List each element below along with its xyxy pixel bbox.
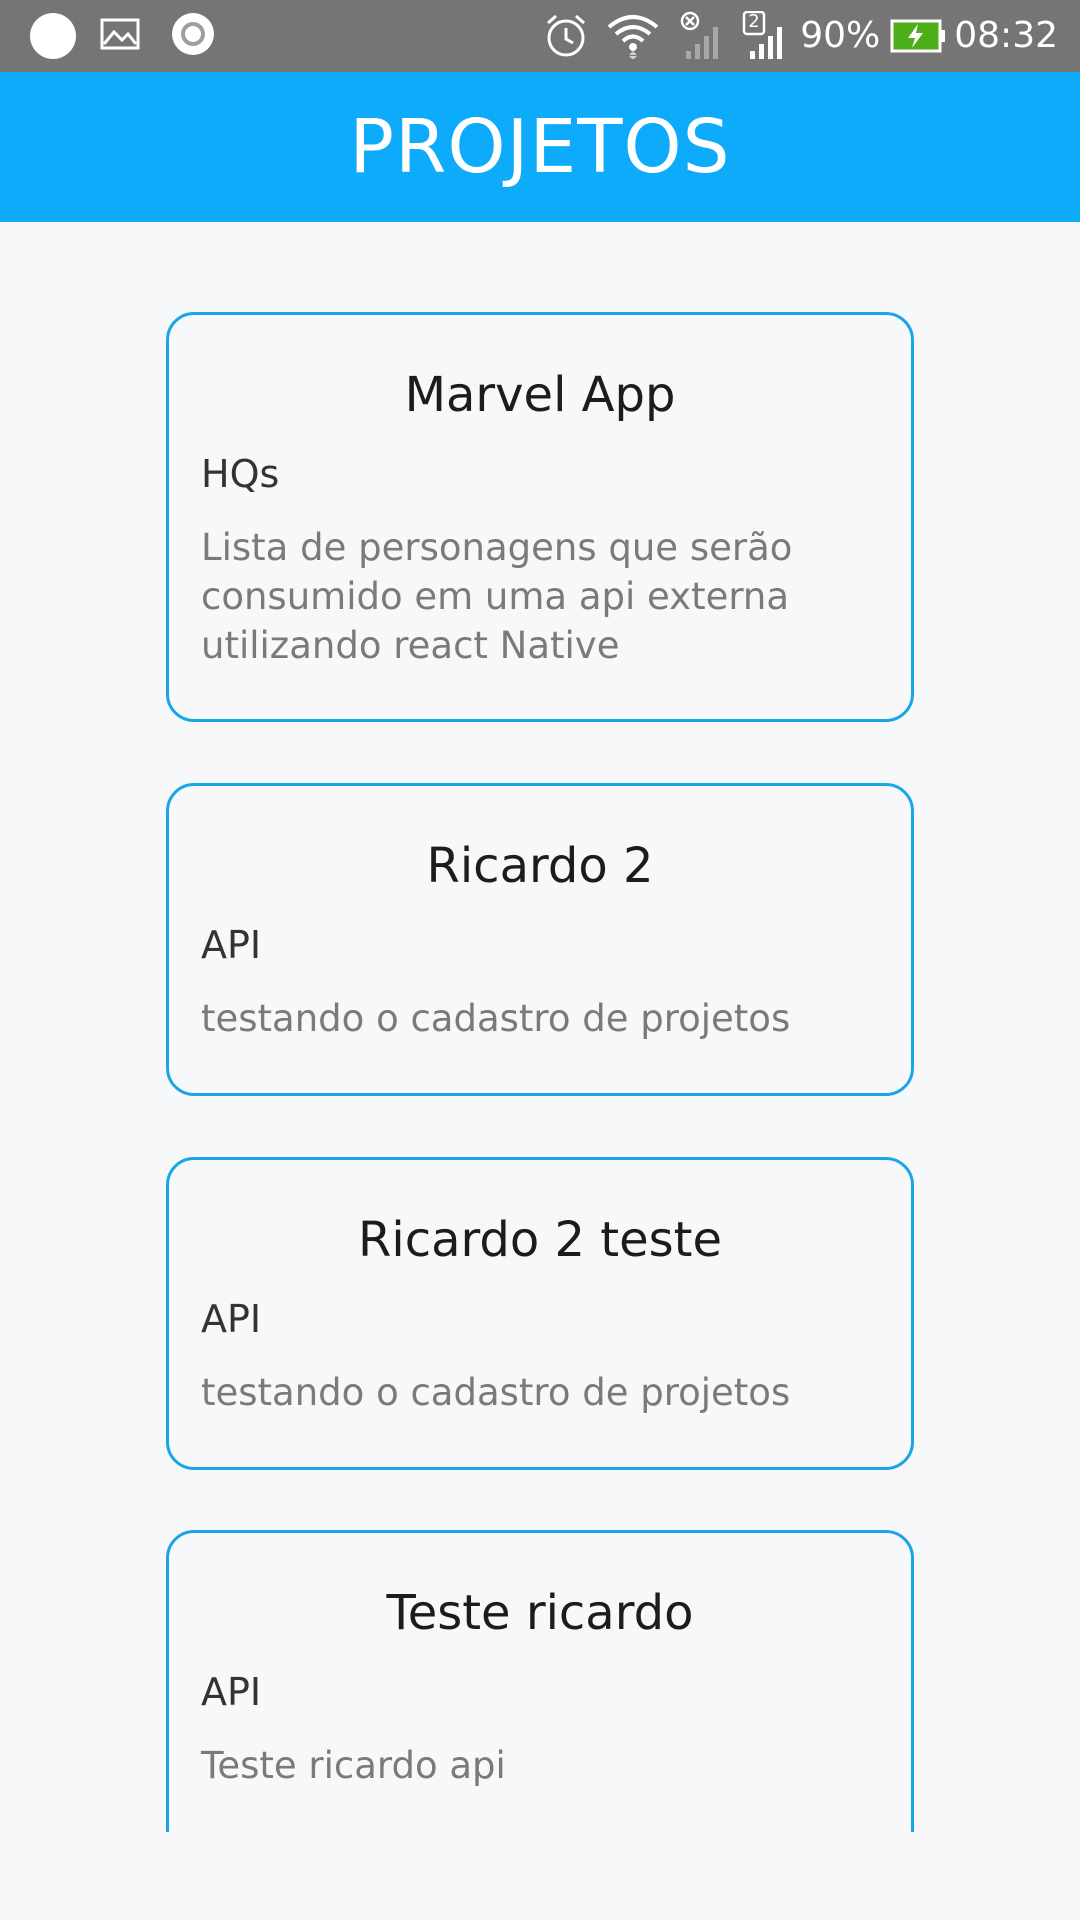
- project-title: Marvel App: [404, 367, 676, 423]
- project-description: testando o cadastro de projetos: [201, 997, 791, 1040]
- project-card[interactable]: Marvel App HQs Lista de personagens que …: [166, 312, 914, 722]
- battery-percent: 90%: [800, 15, 881, 56]
- project-title: Ricardo 2 teste: [358, 1212, 722, 1268]
- status-bar-right: 2 90% 08:32: [544, 0, 1058, 72]
- project-title: Teste ricardo: [386, 1585, 694, 1641]
- project-category: API: [201, 1670, 262, 1714]
- status-bar-left: [30, 0, 216, 72]
- project-card[interactable]: Ricardo 2 teste API testando o cadastro …: [166, 1157, 914, 1470]
- notification-dot-icon: [30, 13, 76, 59]
- battery-charging-icon: [890, 19, 946, 53]
- project-title: Ricardo 2: [426, 838, 654, 894]
- project-card[interactable]: Teste ricardo API Teste ricardo api: [166, 1530, 914, 1832]
- no-signal-icon: [678, 11, 724, 61]
- project-category: HQs: [201, 452, 280, 496]
- project-description: testando o cadastro de projetos: [201, 1371, 791, 1414]
- app-bar: PROJETOS: [0, 72, 1080, 222]
- image-icon: [100, 18, 140, 54]
- project-list[interactable]: Marvel App HQs Lista de personagens que …: [0, 222, 1080, 1832]
- alarm-icon: [544, 13, 588, 59]
- clock: 08:32: [954, 15, 1058, 56]
- record-icon: [170, 11, 216, 61]
- signal-icon: 2: [742, 11, 788, 61]
- project-category: API: [201, 923, 262, 967]
- project-card[interactable]: Ricardo 2 API testando o cadastro de pro…: [166, 783, 914, 1096]
- project-description: Lista de personagens que serão consumido…: [201, 526, 793, 667]
- project-category: API: [201, 1297, 262, 1341]
- project-description: Teste ricardo api: [201, 1744, 506, 1787]
- wifi-icon: [606, 13, 660, 59]
- status-bar: 2 90% 08:32: [0, 0, 1080, 72]
- page-title: PROJETOS: [349, 104, 731, 190]
- sim-badge: 2: [748, 11, 760, 32]
